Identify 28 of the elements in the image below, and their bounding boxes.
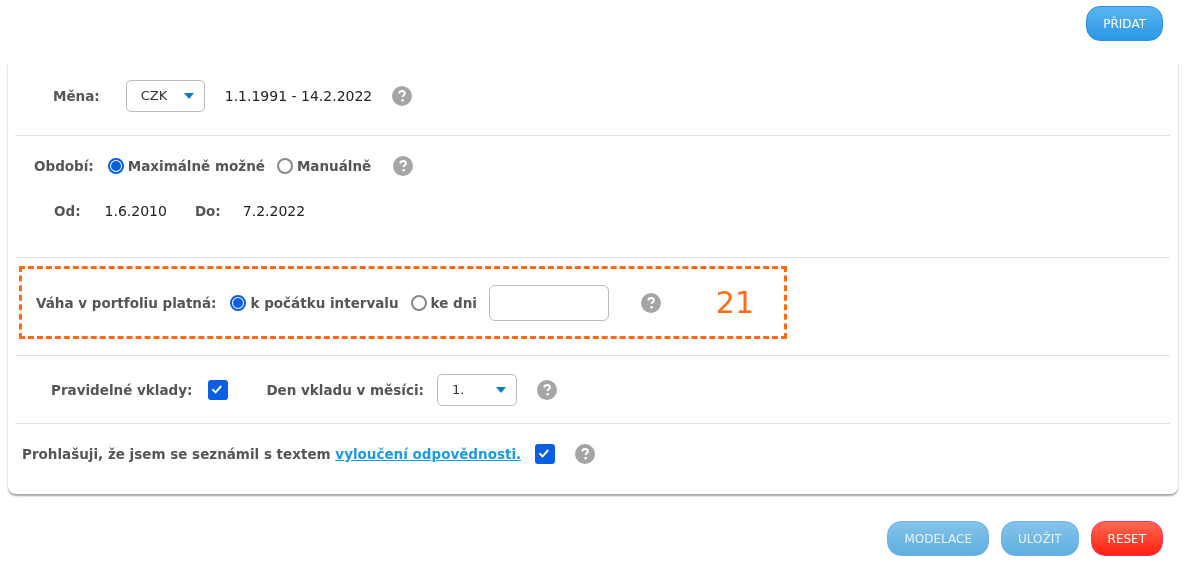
radio-option[interactable]: k počátku intervalu (230, 294, 399, 311)
help-icon[interactable] (393, 156, 414, 176)
field-label: Váha v portfoliu platná: (36, 294, 217, 311)
help-icon[interactable] (536, 379, 557, 400)
help-icon[interactable] (392, 85, 413, 106)
field-label: Den vkladu v měsíci: (266, 381, 424, 398)
field-label: Od: (54, 203, 81, 219)
radio-option[interactable]: Maximálně možné (107, 158, 265, 174)
currency-select[interactable]: CZK (125, 79, 205, 112)
date-value: 7.2.2022 (242, 203, 306, 219)
field-label: Do: (194, 203, 221, 219)
field-label: Období: (34, 158, 94, 174)
radio-option[interactable]: ke dni (410, 294, 477, 311)
checkbox[interactable] (535, 444, 556, 464)
date-range: 1.1.1991 - 14.2.2022 (224, 87, 373, 104)
field-label: Pravidelné vklady: (51, 381, 193, 398)
help-icon[interactable] (575, 444, 596, 464)
date-input[interactable] (489, 284, 609, 321)
caret-icon (495, 386, 506, 393)
help-icon[interactable] (641, 292, 661, 313)
date-value: 1.6.2010 (104, 203, 167, 219)
disclaimer-text: Prohlašuji, že jsem se seznámil s textem vyloučení odpovědnosti. (22, 446, 522, 462)
field-label: Měna: (53, 87, 100, 104)
checkbox[interactable] (208, 379, 229, 400)
caret-icon (183, 92, 194, 99)
day-select[interactable]: 1. (436, 373, 517, 406)
radio-option[interactable]: Manuálně (276, 158, 372, 174)
annotation-number: 21 (715, 285, 754, 320)
